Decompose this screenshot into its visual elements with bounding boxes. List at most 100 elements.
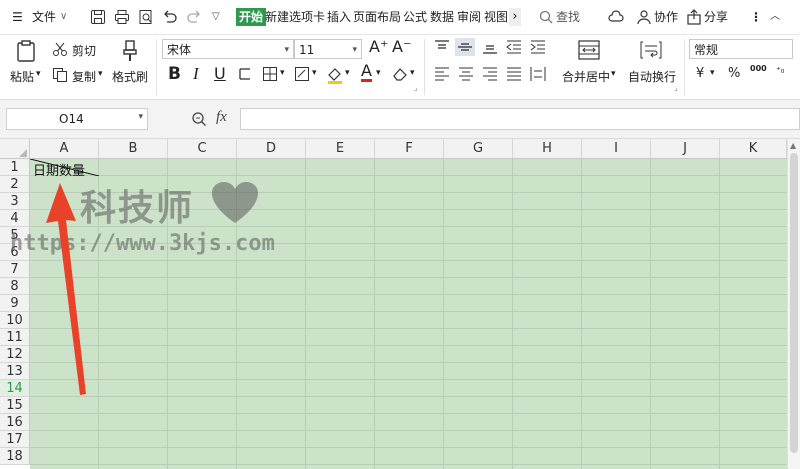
align-top-icon[interactable] xyxy=(434,40,450,54)
paste-button[interactable]: 粘贴 xyxy=(10,68,34,85)
tab-new[interactable]: 新建选项卡 xyxy=(265,0,325,34)
bold-button[interactable]: B xyxy=(168,64,181,84)
redo-icon[interactable] xyxy=(186,9,202,25)
increase-indent-icon[interactable] xyxy=(530,40,546,54)
formula-input[interactable] xyxy=(240,108,800,130)
row-header-9[interactable]: 9 xyxy=(0,295,30,312)
font-size-select[interactable]: 11 ▾ xyxy=(294,39,362,59)
save-icon[interactable] xyxy=(90,9,106,25)
format-painter-button[interactable]: 格式刷 xyxy=(112,68,148,85)
copy-dropdown-icon[interactable]: ▾ xyxy=(98,69,103,79)
search-icon[interactable] xyxy=(538,9,554,25)
quick-access-dropdown-icon[interactable]: ▽ xyxy=(212,0,220,34)
column-header-j[interactable]: J xyxy=(651,139,720,159)
tab-page-layout[interactable]: 页面布局 xyxy=(353,0,401,34)
cell-a1[interactable]: 日期数量 xyxy=(30,159,99,179)
row-header-13[interactable]: 13 xyxy=(0,363,30,380)
paste-icon[interactable] xyxy=(14,39,38,63)
merge-center-button[interactable]: 合并居中 xyxy=(562,68,610,85)
name-box[interactable]: O14 ▾ xyxy=(6,108,148,130)
row-header-1[interactable]: 1 xyxy=(0,159,30,176)
column-header-b[interactable]: B xyxy=(99,139,168,159)
align-left-icon[interactable] xyxy=(434,67,450,81)
tab-formulas[interactable]: 公式 xyxy=(403,0,427,34)
row-header-4[interactable]: 4 xyxy=(0,210,30,227)
font-name-select[interactable]: 宋体 ▾ xyxy=(162,39,294,59)
row-header-14[interactable]: 14 xyxy=(0,380,30,397)
decimal-icon[interactable]: ⁺₀ xyxy=(776,66,784,76)
collapse-ribbon-icon[interactable]: ︿ xyxy=(770,0,780,34)
merge-center-icon[interactable] xyxy=(578,40,600,60)
column-header-k[interactable]: K xyxy=(720,139,787,159)
row-header-17[interactable]: 17 xyxy=(0,431,30,448)
cloud-sync-icon[interactable] xyxy=(608,9,624,25)
copy-icon[interactable] xyxy=(52,67,68,83)
column-header-g[interactable]: G xyxy=(444,139,513,159)
tab-home[interactable]: 开始 xyxy=(236,8,267,26)
cell-style-icon[interactable] xyxy=(294,66,310,82)
cut-button[interactable]: 剪切 xyxy=(72,42,96,59)
increase-font-icon[interactable]: A⁺ xyxy=(369,37,388,56)
font-color-button[interactable]: A xyxy=(361,63,372,82)
italic-button[interactable]: I xyxy=(193,64,199,84)
thousands-button[interactable]: 000 xyxy=(750,64,767,73)
column-header-d[interactable]: D xyxy=(237,139,306,159)
row-header-3[interactable]: 3 xyxy=(0,193,30,210)
align-right-icon[interactable] xyxy=(482,67,498,81)
file-menu[interactable]: 文件 xyxy=(32,0,56,34)
hamburger-icon[interactable]: ☰ xyxy=(12,0,23,34)
zoom-search-icon[interactable] xyxy=(191,111,207,127)
format-painter-icon[interactable] xyxy=(118,39,142,63)
decrease-indent-icon[interactable] xyxy=(506,40,522,54)
strikethrough-icon[interactable] xyxy=(238,67,252,81)
fill-color-dropdown-icon[interactable]: ▾ xyxy=(345,68,350,78)
chevron-down-icon[interactable]: ∨ xyxy=(60,0,67,34)
align-middle-icon[interactable] xyxy=(457,40,473,54)
wrap-text-icon[interactable] xyxy=(640,40,662,60)
copy-button[interactable]: 复制 xyxy=(72,68,96,85)
row-header-18[interactable]: 18 xyxy=(0,448,30,465)
currency-button[interactable]: ¥ xyxy=(696,66,704,81)
wrap-text-button[interactable]: 自动换行 xyxy=(628,68,676,85)
column-header-i[interactable]: I xyxy=(582,139,651,159)
print-icon[interactable] xyxy=(114,9,130,25)
tab-data[interactable]: 数据 xyxy=(430,0,454,34)
column-header-a[interactable]: A xyxy=(30,139,99,159)
decrease-font-icon[interactable]: A⁻ xyxy=(392,37,411,56)
alignment-dialog-launcher-icon[interactable]: ⌟ xyxy=(674,83,678,92)
function-button[interactable]: fx xyxy=(216,109,227,126)
row-header-12[interactable]: 12 xyxy=(0,346,30,363)
underline-button[interactable]: U xyxy=(214,64,226,83)
select-all-corner[interactable] xyxy=(0,139,30,159)
distributed-icon[interactable] xyxy=(530,66,546,82)
collab-icon[interactable] xyxy=(636,9,652,25)
cell-style-dropdown-icon[interactable]: ▾ xyxy=(312,68,317,78)
row-header-8[interactable]: 8 xyxy=(0,278,30,295)
undo-icon[interactable] xyxy=(162,9,178,25)
merge-dropdown-icon[interactable]: ▾ xyxy=(611,69,616,79)
scrollbar-thumb[interactable] xyxy=(790,153,798,453)
tab-view[interactable]: 视图 xyxy=(484,0,508,34)
align-bottom-icon[interactable] xyxy=(482,40,498,54)
fill-color-icon[interactable] xyxy=(326,66,344,84)
align-center-icon[interactable] xyxy=(458,67,474,81)
font-color-dropdown-icon[interactable]: ▾ xyxy=(376,68,381,78)
clear-dropdown-icon[interactable]: ▾ xyxy=(410,68,415,78)
borders-icon[interactable] xyxy=(262,66,278,82)
row-header-7[interactable]: 7 xyxy=(0,261,30,278)
currency-dropdown-icon[interactable]: ▾ xyxy=(710,68,715,78)
tab-insert[interactable]: 插入 xyxy=(327,0,351,34)
row-header-11[interactable]: 11 xyxy=(0,329,30,346)
row-header-10[interactable]: 10 xyxy=(0,312,30,329)
scroll-up-icon[interactable]: ▲ xyxy=(790,141,796,150)
column-header-e[interactable]: E xyxy=(306,139,375,159)
cut-icon[interactable] xyxy=(52,41,68,57)
row-header-16[interactable]: 16 xyxy=(0,414,30,431)
number-format-select[interactable]: 常规 xyxy=(689,39,793,59)
print-preview-icon[interactable] xyxy=(138,9,154,25)
column-header-c[interactable]: C xyxy=(168,139,237,159)
percent-button[interactable]: % xyxy=(728,66,740,81)
tabs-more-button[interactable]: › xyxy=(509,8,521,26)
share-icon[interactable] xyxy=(686,9,702,25)
font-dialog-launcher-icon[interactable]: ⌟ xyxy=(414,83,418,92)
